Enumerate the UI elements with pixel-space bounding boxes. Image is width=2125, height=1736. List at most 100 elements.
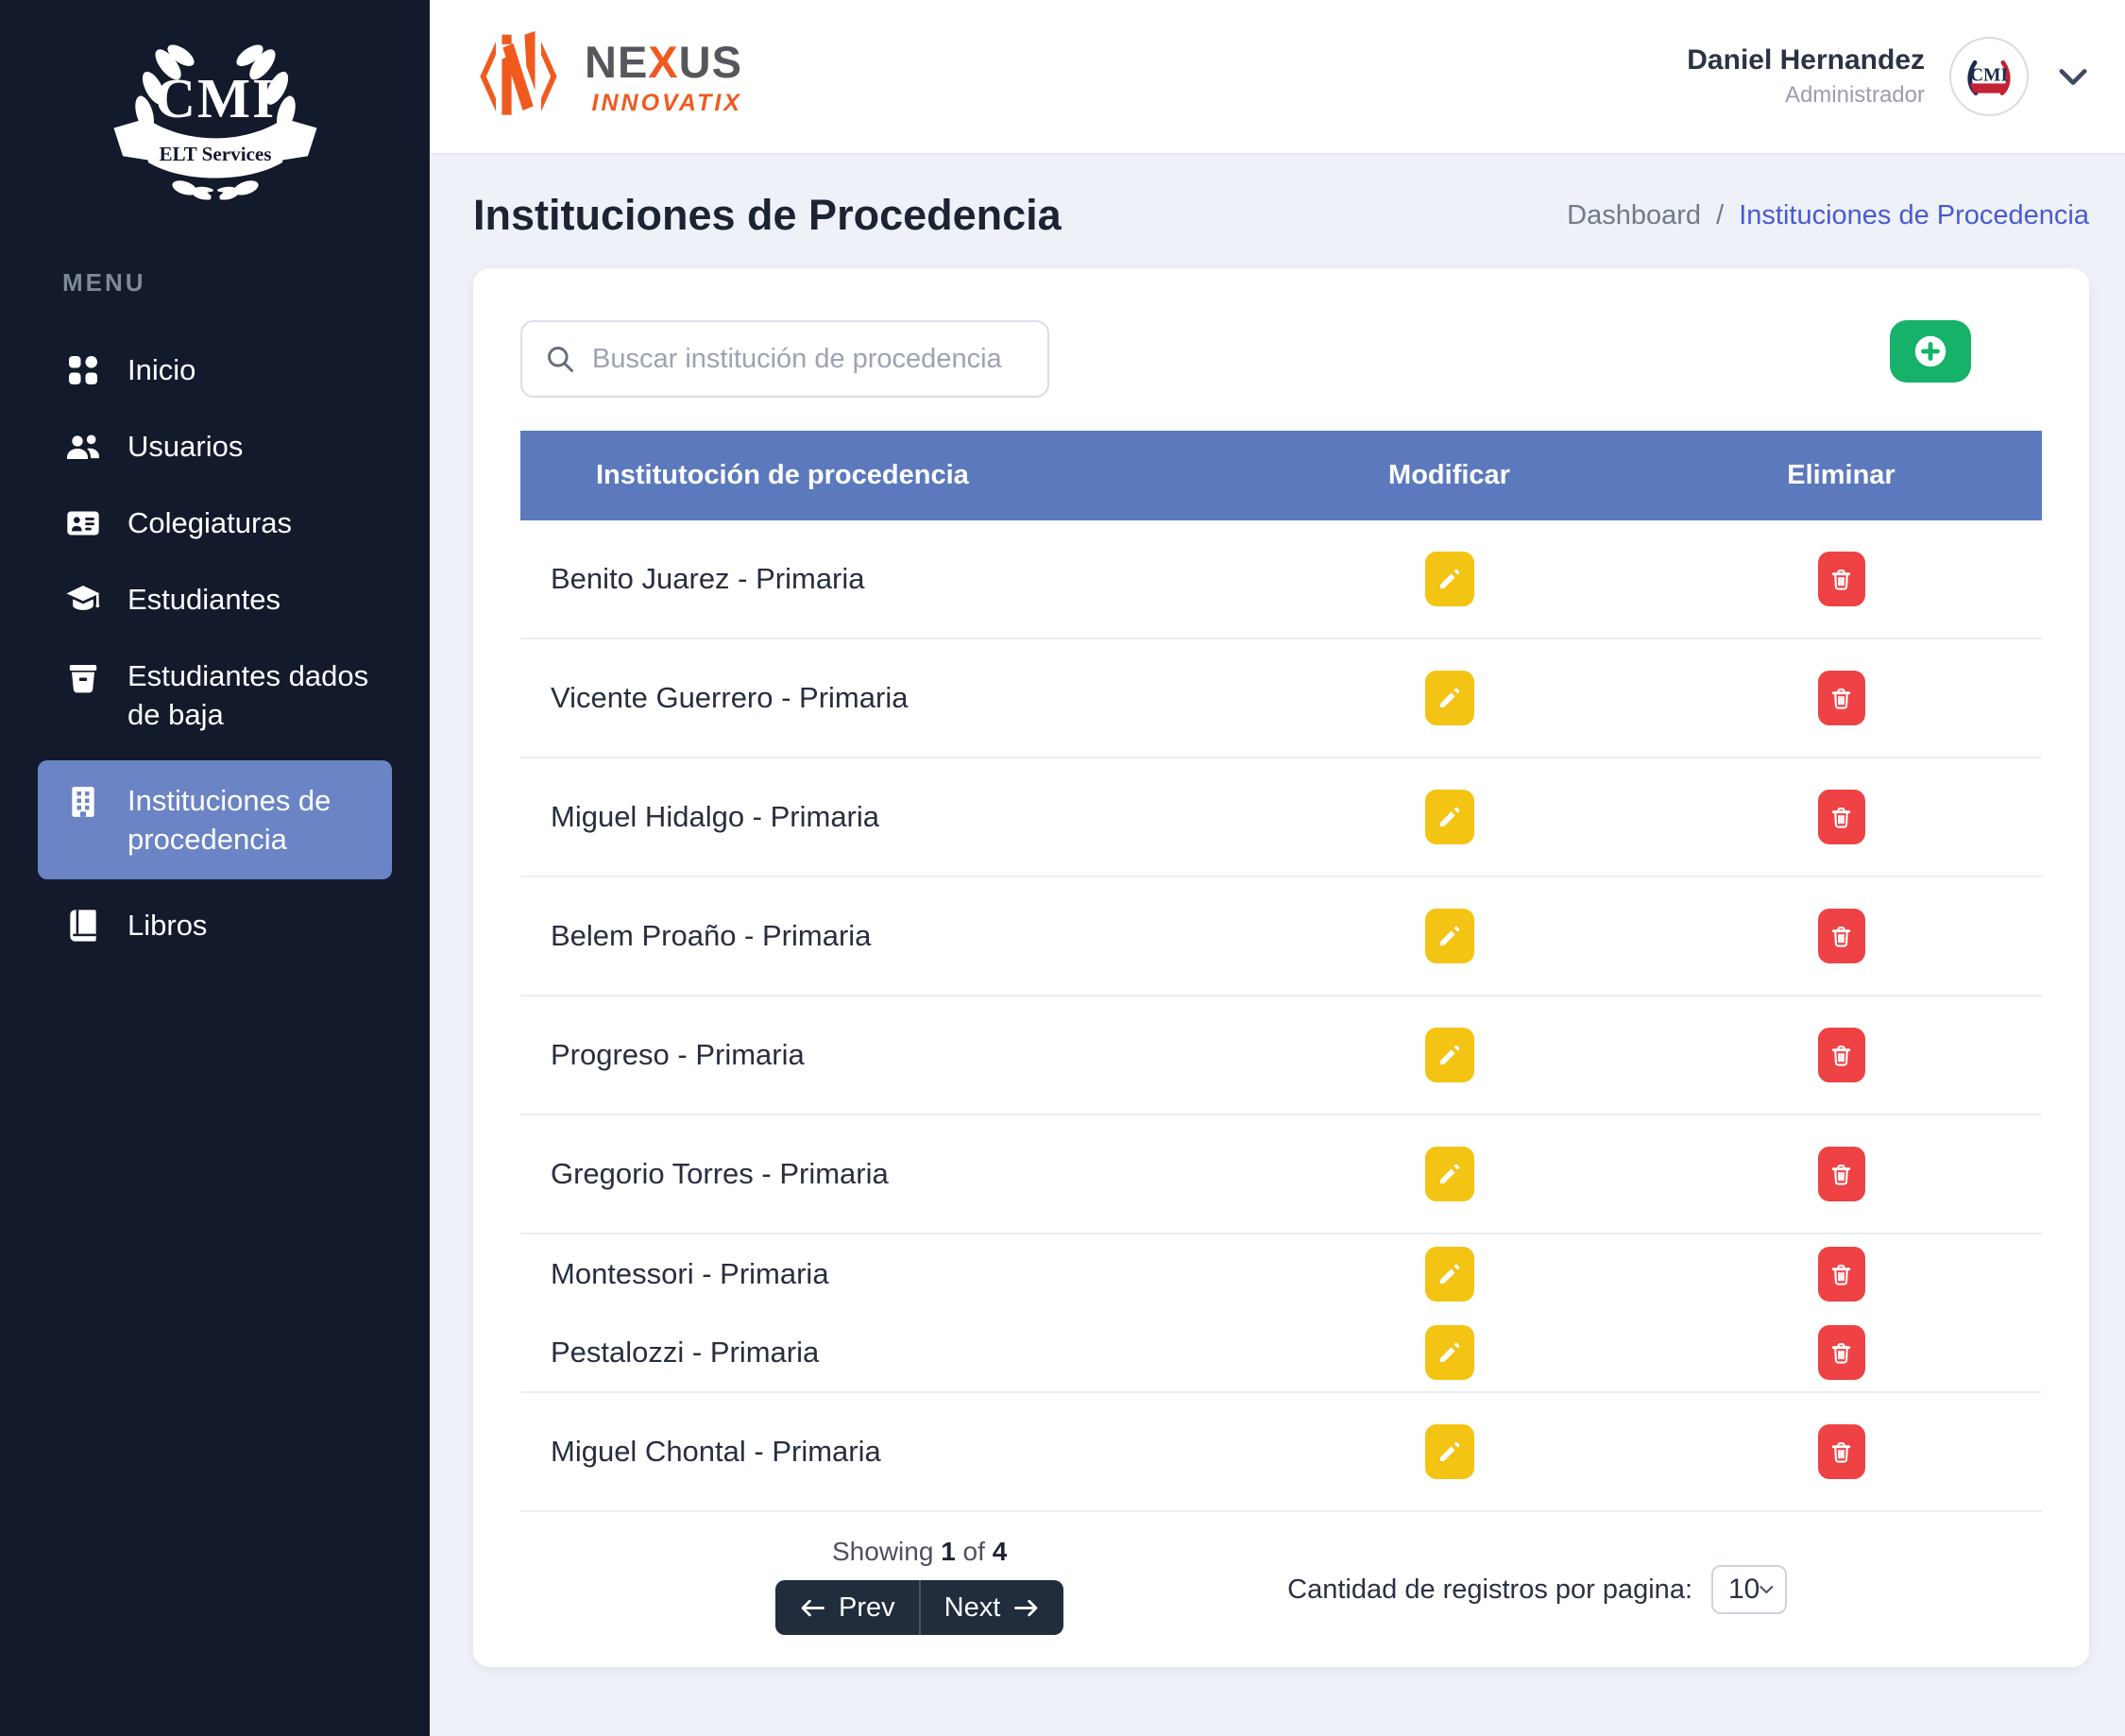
arrow-right-icon bbox=[1013, 1598, 1040, 1618]
building-icon bbox=[64, 783, 102, 821]
cmi-laurel-logo-icon: CMI ELT Services bbox=[97, 26, 333, 208]
table-header: Institutoción de procedencia Modificar E… bbox=[520, 431, 2042, 520]
pencil-icon bbox=[1436, 1162, 1462, 1187]
table-row: Gregorio Torres - Primaria bbox=[520, 1115, 2042, 1234]
svg-text:CMI: CMI bbox=[1970, 66, 2008, 86]
book-icon bbox=[64, 907, 102, 945]
table-row: Miguel Hidalgo - Primaria bbox=[520, 758, 2042, 877]
svg-text:ELT Services: ELT Services bbox=[159, 143, 271, 165]
delete-button[interactable] bbox=[1818, 1325, 1865, 1380]
per-page-select[interactable]: 10 bbox=[1711, 1565, 1787, 1614]
delete-button[interactable] bbox=[1818, 790, 1865, 844]
sidebar-item-instituciones[interactable]: Instituciones de procedencia bbox=[38, 760, 392, 879]
breadcrumb: Dashboard / Instituciones de Procedencia bbox=[1567, 200, 2089, 231]
edit-button[interactable] bbox=[1425, 552, 1474, 606]
edit-button[interactable] bbox=[1425, 671, 1474, 725]
main-area: NEXUS INNOVATIX Daniel Hernandez Adminis… bbox=[430, 0, 2125, 1736]
sidebar-item-usuarios[interactable]: Usuarios bbox=[0, 408, 430, 485]
svg-text:CMI: CMI bbox=[154, 67, 275, 129]
edit-button[interactable] bbox=[1425, 1424, 1474, 1479]
sidebar-item-label: Usuarios bbox=[128, 427, 243, 466]
sidebar-item-label: Libros bbox=[128, 906, 207, 945]
user-menu[interactable]: Daniel Hernandez Administrador CMI bbox=[1687, 37, 2087, 116]
institution-name: Progreso - Primaria bbox=[520, 1038, 1258, 1072]
pencil-icon bbox=[1436, 686, 1462, 711]
table-row: Montessori - Primaria bbox=[520, 1234, 2042, 1314]
delete-button[interactable] bbox=[1818, 909, 1865, 963]
delete-button[interactable] bbox=[1818, 1424, 1865, 1479]
avatar-cmi-logo-icon: CMI bbox=[1952, 40, 2026, 113]
avatar[interactable]: CMI bbox=[1949, 37, 2029, 116]
sidebar-item-label: Estudiantes dados de baja bbox=[128, 656, 401, 734]
delete-button[interactable] bbox=[1818, 1247, 1865, 1302]
sidebar-item-label: Inicio bbox=[128, 350, 196, 389]
next-page-button[interactable]: Next bbox=[919, 1580, 1064, 1635]
trash-icon bbox=[1828, 686, 1854, 711]
app-window: CMI ELT Services MENU bbox=[0, 0, 2125, 1736]
page-content: Instituciones de Procedencia Dashboard /… bbox=[430, 155, 2125, 1736]
pager: Prev Next bbox=[775, 1580, 1063, 1635]
edit-button[interactable] bbox=[1425, 790, 1474, 844]
sidebar-item-colegiaturas[interactable]: Colegiaturas bbox=[0, 485, 430, 561]
sidebar-item-estudiantes[interactable]: Estudiantes bbox=[0, 561, 430, 638]
pencil-icon bbox=[1436, 1439, 1462, 1465]
brand-name: NEXUS bbox=[585, 36, 742, 88]
column-header-modify: Modificar bbox=[1258, 460, 1640, 491]
pencil-icon bbox=[1436, 924, 1462, 949]
table-row: Belem Proaño - Primaria bbox=[520, 877, 2042, 996]
chevron-down-icon[interactable] bbox=[2059, 68, 2087, 86]
table-row: Vicente Guerrero - Primaria bbox=[520, 639, 2042, 758]
institution-name: Pestalozzi - Primaria bbox=[520, 1336, 1258, 1370]
topbar: NEXUS INNOVATIX Daniel Hernandez Adminis… bbox=[430, 0, 2125, 155]
column-header-delete: Eliminar bbox=[1640, 460, 2042, 491]
pencil-icon bbox=[1436, 1340, 1462, 1366]
sidebar: CMI ELT Services MENU bbox=[0, 0, 430, 1736]
user-name: Daniel Hernandez bbox=[1687, 44, 1925, 77]
id-card-icon bbox=[64, 504, 102, 542]
edit-button[interactable] bbox=[1425, 1247, 1474, 1302]
cmi-logo: CMI ELT Services bbox=[0, 26, 430, 208]
pencil-icon bbox=[1436, 805, 1462, 830]
institution-name: Gregorio Torres - Primaria bbox=[520, 1157, 1258, 1191]
institutions-table: Institutoción de procedencia Modificar E… bbox=[520, 431, 2042, 1512]
per-page-control: Cantidad de registros por pagina: 10 bbox=[1287, 1565, 1787, 1614]
trash-icon bbox=[1828, 1262, 1854, 1287]
delete-button[interactable] bbox=[1818, 1147, 1865, 1201]
column-header-institution: Institutoción de procedencia bbox=[520, 460, 1258, 491]
sidebar-item-inicio[interactable]: Inicio bbox=[0, 332, 430, 408]
edit-button[interactable] bbox=[1425, 1325, 1474, 1380]
grid-icon bbox=[64, 351, 102, 389]
institution-name: Benito Juarez - Primaria bbox=[520, 562, 1258, 596]
add-institution-button[interactable] bbox=[1890, 320, 1971, 383]
institution-name: Belem Proaño - Primaria bbox=[520, 919, 1258, 953]
graduation-cap-icon bbox=[64, 581, 102, 619]
pencil-icon bbox=[1436, 1262, 1462, 1287]
table-row: Progreso - Primaria bbox=[520, 996, 2042, 1115]
nexus-brand-logo: NEXUS INNOVATIX bbox=[473, 27, 742, 126]
edit-button[interactable] bbox=[1425, 1147, 1474, 1201]
delete-button[interactable] bbox=[1818, 552, 1865, 606]
edit-button[interactable] bbox=[1425, 1028, 1474, 1082]
sidebar-item-estudiantes-baja[interactable]: Estudiantes dados de baja bbox=[0, 638, 430, 753]
chevron-down-icon bbox=[1760, 1584, 1774, 1595]
breadcrumb-dashboard-link[interactable]: Dashboard bbox=[1567, 200, 1701, 230]
users-icon bbox=[64, 428, 102, 466]
sidebar-item-libros[interactable]: Libros bbox=[0, 887, 430, 963]
delete-button[interactable] bbox=[1818, 671, 1865, 725]
user-role: Administrador bbox=[1687, 82, 1925, 109]
sidebar-item-label: Colegiaturas bbox=[128, 503, 292, 542]
institution-name: Vicente Guerrero - Primaria bbox=[520, 681, 1258, 715]
bin-icon bbox=[64, 658, 102, 696]
edit-button[interactable] bbox=[1425, 909, 1474, 963]
pencil-icon bbox=[1436, 1043, 1462, 1068]
search-input[interactable] bbox=[592, 344, 1025, 375]
trash-icon bbox=[1828, 924, 1854, 949]
delete-button[interactable] bbox=[1818, 1028, 1865, 1082]
breadcrumb-current-link[interactable]: Instituciones de Procedencia bbox=[1739, 200, 2089, 230]
prev-page-button[interactable]: Prev bbox=[775, 1580, 919, 1635]
institution-name: Miguel Hidalgo - Primaria bbox=[520, 800, 1258, 834]
trash-icon bbox=[1828, 1439, 1854, 1465]
sidebar-item-label: Estudiantes bbox=[128, 580, 280, 619]
table-row: Pestalozzi - Primaria bbox=[520, 1314, 2042, 1393]
nexus-emblem-icon bbox=[473, 27, 564, 126]
